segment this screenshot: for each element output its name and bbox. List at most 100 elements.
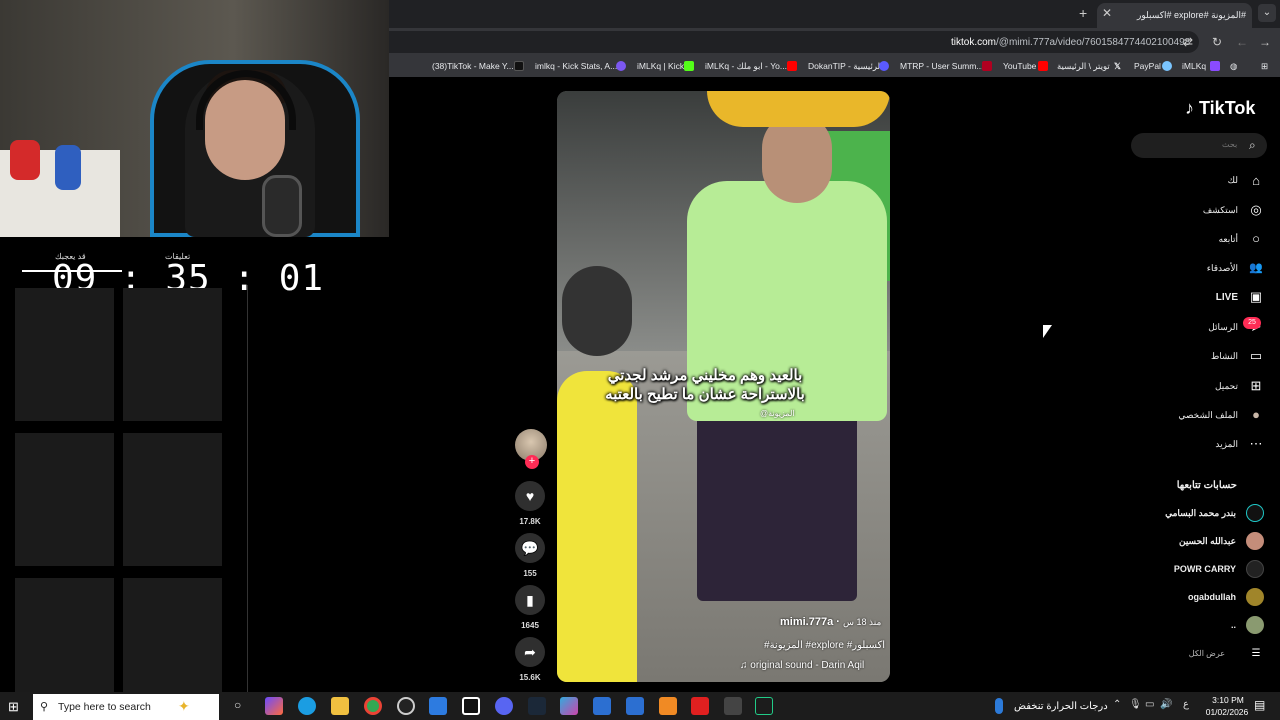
search-highlight-icon: ✦ <box>178 698 190 714</box>
save-count: 1645 <box>521 621 539 630</box>
youtube-icon <box>787 61 797 71</box>
nav-live[interactable]: LIVE <box>1216 292 1238 303</box>
share-icon[interactable]: ➦ <box>515 637 545 667</box>
tab-active[interactable]: #المزيونة #explore #اكسبلور <box>1097 3 1252 28</box>
chevron-up-icon[interactable]: ⌃ <box>1113 699 1121 710</box>
forward-icon[interactable]: ← <box>1236 35 1248 49</box>
nav-profile[interactable]: الملف الشخصي <box>1178 410 1238 421</box>
reload-icon[interactable]: ↻ <box>1212 35 1222 49</box>
clock-time[interactable]: 3:10 PM <box>1208 695 1248 705</box>
tiktok-logo[interactable]: ♪ TikTok <box>1185 98 1255 119</box>
nav-for-you[interactable]: لك <box>1228 175 1238 186</box>
discord-icon[interactable] <box>495 697 513 715</box>
nav-activity[interactable]: النشاط <box>1211 351 1238 362</box>
task-view-icon[interactable]: ○ <box>234 698 241 712</box>
chevron-down-icon[interactable]: ⌄ <box>1258 4 1276 22</box>
home-icon[interactable]: ⌂ <box>1247 172 1265 190</box>
avatar[interactable] <box>1246 560 1264 578</box>
avatar[interactable] <box>1246 588 1264 606</box>
video-description[interactable]: #المزيونة #explore #اكسبلور <box>764 640 885 651</box>
avatar[interactable] <box>1246 616 1264 634</box>
following-account[interactable]: بندر محمد البسامي <box>1165 508 1236 519</box>
nav-more[interactable]: المزيد <box>1215 439 1238 450</box>
app-icon[interactable] <box>626 697 644 715</box>
upload-icon[interactable]: ⊞ <box>1247 377 1265 395</box>
apps-grid-icon[interactable]: ⊞ <box>1261 61 1268 72</box>
microphone-icon[interactable]: 🎙 <box>1129 699 1142 710</box>
new-tab-button[interactable]: + <box>1079 5 1087 21</box>
url-text[interactable]: tiktok.com/@mimi.777a/video/760158477440… <box>951 37 1190 48</box>
bookmark-item[interactable]: تويتر \ الرئيسية <box>1057 61 1110 72</box>
notification-icon[interactable]: ▤ <box>1254 698 1265 712</box>
bookmark-item[interactable]: MTRP - User Summ... <box>900 61 983 71</box>
bookmark-item[interactable]: DokanTIP - الرئيسية <box>808 61 882 72</box>
avatar[interactable] <box>1246 504 1264 522</box>
author-name[interactable]: mimi.777a <box>780 616 833 628</box>
clock-date[interactable]: 01/02/2026 <box>1202 707 1252 717</box>
taskbar-search-text[interactable]: Type here to search <box>58 701 151 713</box>
profile-icon[interactable]: ● <box>1247 406 1265 424</box>
weather-text[interactable]: درجات الحرارة تنخفض <box>1014 701 1108 712</box>
live-icon[interactable]: ▣ <box>1247 288 1265 306</box>
nav-following[interactable]: أتابعه <box>1219 234 1238 245</box>
app-icon[interactable] <box>724 697 742 715</box>
following-account[interactable]: ogabdullah <box>1188 592 1236 602</box>
overlay-tile <box>15 578 114 692</box>
bookmark-item[interactable]: iMLKq | Kick <box>637 61 684 71</box>
copilot-icon[interactable] <box>265 697 283 715</box>
video-author[interactable]: mimi.777a · منذ 18 س <box>780 616 881 628</box>
following-icon[interactable]: ○ <box>1247 230 1265 248</box>
close-icon[interactable]: ✕ <box>1102 6 1112 20</box>
obs-icon[interactable] <box>397 697 415 715</box>
more-icon[interactable]: ⋯ <box>1247 435 1265 453</box>
tiktok-app-icon[interactable] <box>462 697 480 715</box>
mouse-cursor <box>1043 325 1052 338</box>
video-sound[interactable]: ♫ original sound - Darin Aqil <box>740 660 864 671</box>
volume-icon[interactable]: 🔊 <box>1160 699 1172 710</box>
search-icon[interactable]: ⌕ <box>1249 138 1256 153</box>
activity-icon[interactable]: ▭ <box>1247 347 1265 365</box>
globe-icon[interactable]: ◍ <box>1230 61 1237 72</box>
site-settings-icon[interactable]: ⇄ <box>1183 35 1193 49</box>
language-indicator[interactable]: ع <box>1183 699 1189 710</box>
nav-explore[interactable]: استكشف <box>1203 205 1238 216</box>
friends-icon[interactable]: 👥 <box>1247 259 1265 277</box>
edge-icon[interactable] <box>298 697 316 715</box>
bookmark-item[interactable]: iMLKq - ابو ملك - Yo... <box>705 61 787 72</box>
following-account[interactable]: .. <box>1231 620 1236 630</box>
windows-start-icon[interactable]: ⊞ <box>8 699 19 715</box>
nav-messages[interactable]: الرسائل <box>1208 322 1238 333</box>
see-all-link[interactable]: عرض الكل <box>1189 649 1225 658</box>
steam-icon[interactable] <box>528 697 546 715</box>
app-icon[interactable] <box>659 697 677 715</box>
compass-icon[interactable]: ◎ <box>1247 201 1265 219</box>
file-explorer-icon[interactable] <box>331 697 349 715</box>
app-icon[interactable] <box>593 697 611 715</box>
heart-icon[interactable]: ♥ <box>515 481 545 511</box>
bookmark-item[interactable]: PayPal <box>1134 61 1161 71</box>
avatar[interactable] <box>1246 532 1264 550</box>
app-icon[interactable] <box>755 697 773 715</box>
mail-icon[interactable] <box>429 697 447 715</box>
nav-upload[interactable]: تحميل <box>1215 381 1238 392</box>
nav-friends[interactable]: الأصدقاء <box>1207 263 1238 274</box>
webcam-figure <box>55 145 81 190</box>
webcam-feed <box>0 0 389 237</box>
follow-plus-button[interactable]: + <box>525 455 539 469</box>
bookmark-icon[interactable]: ▮ <box>515 585 545 615</box>
following-account[interactable]: POWR CARRY <box>1174 564 1236 574</box>
bookmark-item[interactable]: iMLKq <box>1182 61 1206 71</box>
comment-icon[interactable]: 💬 <box>515 533 545 563</box>
office-icon[interactable] <box>560 697 578 715</box>
following-account[interactable]: عبدالله الحسين <box>1179 536 1236 547</box>
list-icon[interactable]: ☰ <box>1247 645 1265 663</box>
network-icon[interactable]: ▭ <box>1145 699 1154 710</box>
bookmark-item[interactable]: YouTube <box>1003 61 1036 71</box>
bookmark-item[interactable]: imlkq - Kick Stats, A... <box>535 61 617 71</box>
search-input[interactable] <box>1131 133 1267 158</box>
sound-name[interactable]: original sound - Darin Aqil <box>750 660 864 671</box>
app-icon[interactable] <box>691 697 709 715</box>
chrome-icon[interactable] <box>364 697 382 715</box>
bookmark-item[interactable]: (38)TikTok - Make Y... <box>432 61 514 71</box>
back-icon[interactable]: → <box>1259 35 1271 49</box>
